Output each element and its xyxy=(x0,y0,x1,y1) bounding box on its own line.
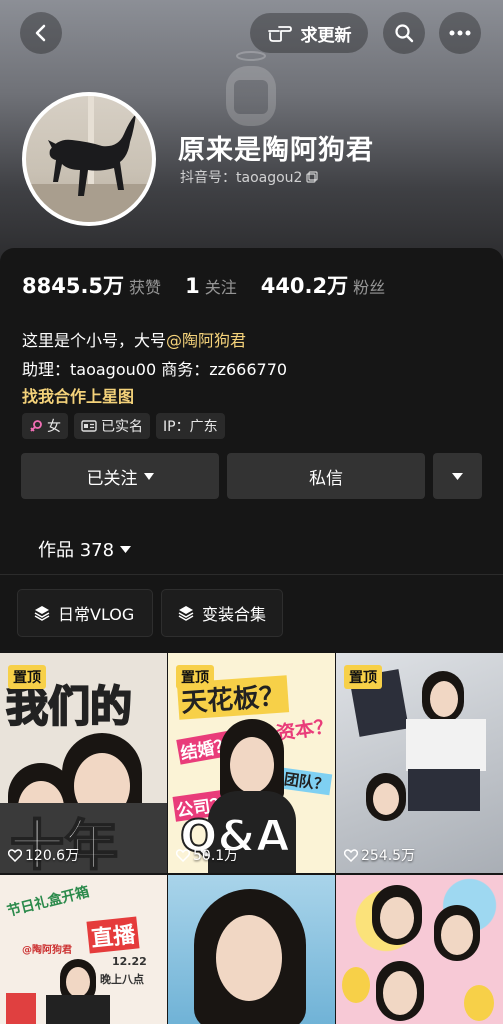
profile-name: 原来是陶阿狗君 xyxy=(178,135,374,166)
pinned-badge: 置顶 xyxy=(176,665,214,689)
pinned-badge: 置顶 xyxy=(344,665,382,689)
bio-line-1: 这里是个小号，大号@陶阿狗君 xyxy=(22,327,246,351)
following-count[interactable]: 1 xyxy=(185,274,200,298)
gender-label: 女 xyxy=(47,419,61,435)
collection-costume[interactable]: 变装合集 xyxy=(161,589,283,637)
back-arrow-icon xyxy=(35,24,46,42)
message-label: 私信 xyxy=(309,468,343,489)
video-thumbnail[interactable]: 我们的 十年 置顶 120.6万 xyxy=(0,653,167,873)
verified-tag: 已实名 xyxy=(74,413,150,439)
message-button[interactable]: 私信 xyxy=(227,453,425,499)
request-update-button[interactable]: 求更新 xyxy=(250,13,368,53)
thumb-word: 直播 xyxy=(86,916,140,954)
avatar[interactable] xyxy=(22,92,156,226)
caret-down-icon xyxy=(143,472,154,480)
thumb-word: 12.22 xyxy=(112,955,147,968)
like-count: 254.5万 xyxy=(344,845,415,865)
female-icon xyxy=(30,420,42,432)
caret-down-icon xyxy=(452,472,463,480)
douyin-id[interactable]: 抖音号：taoagou2 xyxy=(180,167,319,187)
thumb-word: 节日礼盒开箱 xyxy=(5,884,91,920)
pikachu-figure xyxy=(342,967,370,1003)
followers-count[interactable]: 440.2万 xyxy=(261,270,348,300)
thumb-word: 团队？ xyxy=(280,767,333,796)
person-face xyxy=(383,971,417,1015)
cooperation-link[interactable]: 找我合作上星图 xyxy=(22,383,134,407)
video-thumbnail[interactable]: 节日礼盒开箱 直播 @陶阿狗君 12.22 晚上八点 xyxy=(0,875,167,1024)
search-button[interactable] xyxy=(383,12,425,54)
douyin-id-text: 抖音号：taoagou2 xyxy=(180,170,303,186)
person-face xyxy=(373,783,399,815)
pikachu-figure xyxy=(464,985,494,1021)
like-count: 50.1万 xyxy=(176,845,238,865)
person-face xyxy=(380,897,414,939)
likes-count: 8845.5万 xyxy=(22,274,125,298)
ghost-decoration xyxy=(226,51,276,126)
ip-tag: IP：广东 xyxy=(156,413,225,439)
video-thumbnail[interactable]: 置顶 254.5万 xyxy=(336,653,503,873)
gender-tag: 女 xyxy=(22,413,68,439)
like-count-text: 120.6万 xyxy=(25,848,80,864)
like-count: 120.6万 xyxy=(8,845,79,865)
back-button[interactable] xyxy=(20,12,62,54)
more-dots-icon xyxy=(449,30,471,36)
gift-box xyxy=(6,993,36,1024)
video-thumbnail[interactable] xyxy=(336,875,503,1024)
like-count-text: 50.1万 xyxy=(193,848,239,864)
main-account-mention[interactable]: @陶阿狗君 xyxy=(166,331,246,350)
clothing xyxy=(46,995,110,1024)
heart-icon xyxy=(344,848,358,862)
more-actions-button[interactable] xyxy=(433,453,482,499)
video-thumbnail[interactable]: 天花板？ 资本？ 结婚？ 公司？ 团队？ Q&A 置顶 50.1万 xyxy=(168,653,335,873)
id-card-icon xyxy=(81,420,97,432)
stack-icon xyxy=(34,606,50,621)
person-face xyxy=(66,967,90,997)
heart-icon xyxy=(176,848,190,862)
person-face xyxy=(230,737,274,793)
video-grid: 我们的 十年 置顶 120.6万 天花板？ 资本？ 结婚？ 公司？ 团队？ Q&… xyxy=(0,653,503,1024)
followed-label: 已关注 xyxy=(86,468,138,489)
followed-button[interactable]: 已关注 xyxy=(21,453,219,499)
collection-daily-vlog[interactable]: 日常VLOG xyxy=(17,589,153,637)
works-tab-label: 作品 378 xyxy=(38,540,115,561)
person-face xyxy=(430,681,458,717)
copy-icon[interactable] xyxy=(306,171,319,183)
more-button[interactable] xyxy=(439,12,481,54)
person-face xyxy=(216,915,282,1001)
bio-text: 这里是个小号，大号 xyxy=(22,331,167,350)
profile-tags: 女 已实名 IP：广东 xyxy=(22,413,225,439)
heart-icon xyxy=(8,848,22,862)
stats-row: 8845.5万 获赞 1 关注 440.2万 粉丝 xyxy=(22,270,409,300)
black-cat-image xyxy=(48,114,136,196)
likes-label: 获赞 xyxy=(129,278,162,297)
following-label[interactable]: 关注 xyxy=(205,274,237,298)
caret-down-icon xyxy=(120,545,132,553)
like-count-text: 254.5万 xyxy=(361,848,416,864)
verified-label: 已实名 xyxy=(101,419,143,435)
collection-label: 日常VLOG xyxy=(58,605,135,624)
skirt xyxy=(408,769,480,811)
bio-line-2: 助理：taoagou00 商务：zz666770 xyxy=(22,360,288,379)
ip-label: IP：广东 xyxy=(163,419,218,435)
search-icon xyxy=(395,24,414,43)
pointing-hand-icon xyxy=(267,26,292,42)
video-thumbnail[interactable] xyxy=(168,875,335,1024)
clothing xyxy=(406,719,486,771)
request-update-label: 求更新 xyxy=(300,25,352,46)
person-face xyxy=(441,915,473,955)
pinned-badge: 置顶 xyxy=(8,665,46,689)
tab-divider xyxy=(0,574,503,575)
thumb-word: 晚上八点 xyxy=(100,973,144,986)
tab-works[interactable]: 作品 378 xyxy=(38,536,132,562)
thumb-word: 资本？ xyxy=(274,715,335,745)
followers-label[interactable]: 粉丝 xyxy=(353,274,385,298)
stack-icon xyxy=(178,606,194,621)
thumb-word: @陶阿狗君 xyxy=(22,945,72,956)
collection-label: 变装合集 xyxy=(202,605,267,624)
